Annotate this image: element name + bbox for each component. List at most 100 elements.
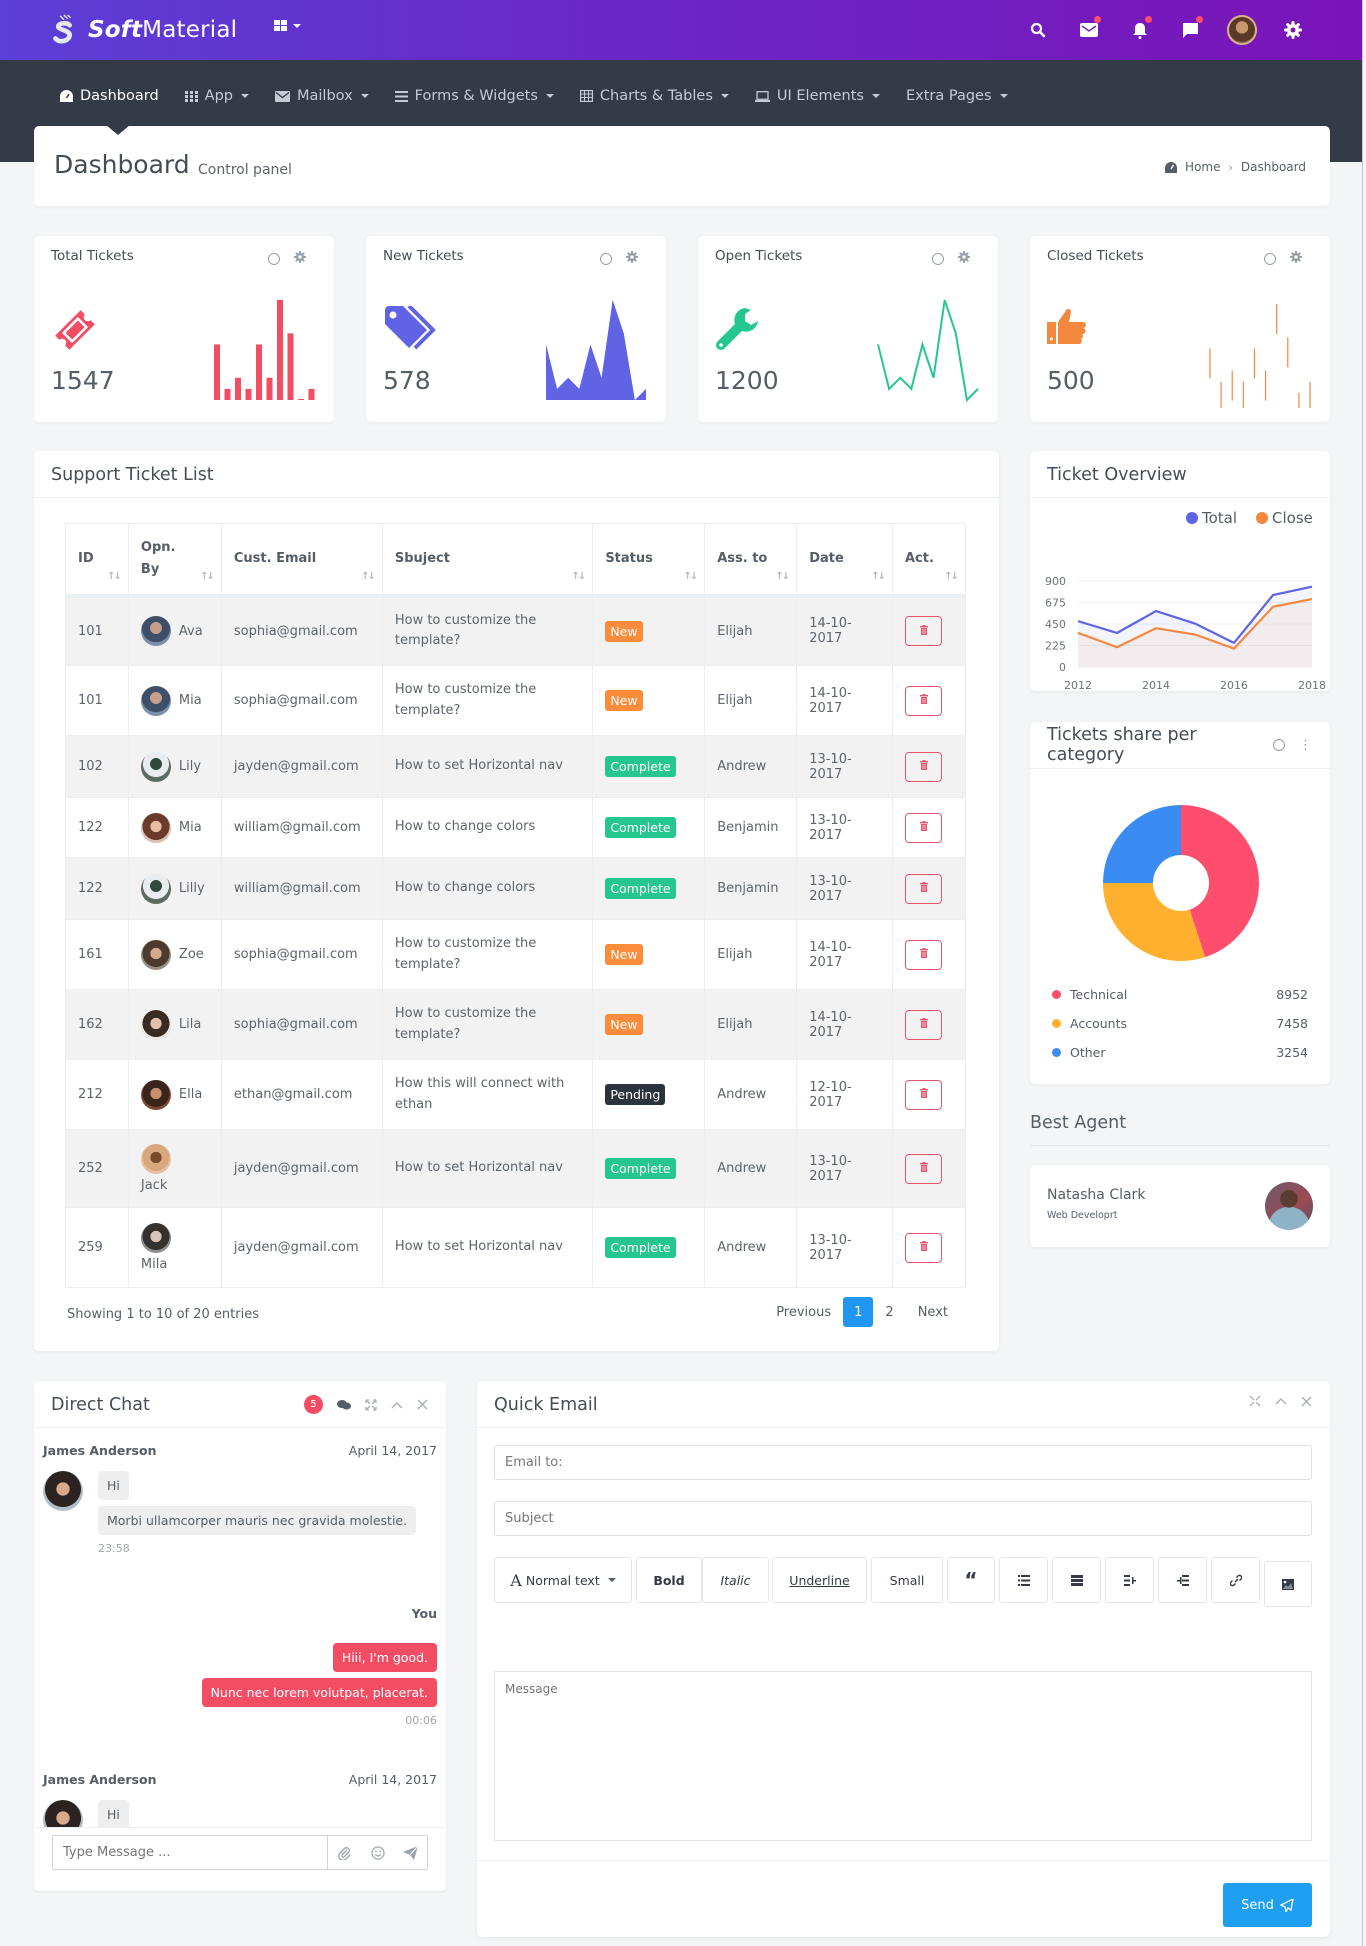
settings-button[interactable]: [1267, 14, 1318, 46]
delete-ticket-button[interactable]: [905, 873, 942, 904]
cell-subject: How to set Horizontal nav: [381, 735, 594, 798]
text-format-dropdown[interactable]: A Normal text: [494, 1557, 632, 1603]
close-icon[interactable]: [417, 1399, 428, 1410]
outdent-button[interactable]: [1105, 1557, 1154, 1603]
delete-ticket-button[interactable]: [905, 751, 942, 782]
bold-button[interactable]: Bold: [636, 1557, 702, 1603]
sender-name: James Anderson: [43, 1443, 157, 1458]
attach-button[interactable]: [328, 1846, 361, 1860]
sort-icon: ↑↓: [200, 570, 215, 582]
gear-icon[interactable]: [294, 251, 306, 267]
notifications-button[interactable]: [1114, 14, 1165, 46]
cell-subject: How to customize the template?: [381, 593, 594, 666]
underline-button[interactable]: Underline: [772, 1557, 867, 1603]
column-header-ass-to[interactable]: Ass. to ↑↓: [704, 523, 798, 596]
breadcrumb-home[interactable]: Home: [1185, 160, 1220, 174]
chat-message-input[interactable]: [53, 1836, 328, 1869]
column-header-act[interactable]: Act. ↑↓: [892, 523, 966, 596]
collapse-icon[interactable]: [391, 1401, 403, 1409]
chevron-down-icon: [871, 94, 880, 98]
column-header-status[interactable]: Status ↑↓: [592, 523, 706, 596]
email-message-input[interactable]: [494, 1671, 1312, 1841]
table-row[interactable]: 252 Jack jayden@gmail.com How to set Horizo…: [65, 1129, 966, 1208]
link-button[interactable]: [1211, 1557, 1260, 1603]
expand-icon[interactable]: [1249, 1395, 1261, 1407]
table-row[interactable]: 102 Lily jayden@gmail.com How to set Horizo…: [65, 735, 966, 798]
chat-messages[interactable]: James Anderson April 14, 2017 Hi Morbi ul…: [34, 1429, 446, 1827]
table-row[interactable]: 122 Mia william@gmail.com How to change col…: [65, 797, 966, 858]
refresh-icon[interactable]: [600, 253, 612, 265]
insert-image-button[interactable]: [1264, 1561, 1312, 1607]
gear-icon[interactable]: [626, 251, 638, 267]
nav-item-charts-tables[interactable]: Charts & Tables: [579, 82, 743, 110]
email-to-input[interactable]: [494, 1445, 1312, 1480]
collapse-icon[interactable]: [1275, 1397, 1287, 1405]
refresh-icon[interactable]: [1264, 253, 1276, 265]
pie-slice-accounts[interactable]: [1103, 883, 1206, 961]
send-message-button[interactable]: [394, 1845, 427, 1860]
delete-ticket-button[interactable]: [905, 1153, 942, 1184]
delete-ticket-button[interactable]: [905, 1079, 942, 1110]
pagination-next[interactable]: Next: [906, 1297, 960, 1327]
delete-ticket-button[interactable]: [905, 939, 942, 970]
column-header-sbuject[interactable]: Sbuject ↑↓: [381, 523, 594, 596]
column-header-date[interactable]: Date ↑↓: [796, 523, 893, 596]
nav-item-dashboard[interactable]: Dashboard: [60, 82, 173, 110]
column-header-cust-email[interactable]: Cust. Email ↑↓: [220, 523, 383, 596]
blockquote-button[interactable]: “: [947, 1557, 995, 1603]
delete-ticket-button[interactable]: [905, 812, 942, 843]
nav-item-app[interactable]: App: [184, 82, 263, 110]
table-row[interactable]: 212 Ella ethan@gmail.com How this will conn…: [65, 1059, 966, 1130]
nav-item-ui-elements[interactable]: UI Elements: [754, 82, 894, 110]
contacts-icon[interactable]: [337, 1399, 351, 1411]
gear-icon[interactable]: [1290, 251, 1302, 267]
italic-button[interactable]: Italic: [702, 1557, 769, 1603]
logo[interactable]: SoftMaterial: [50, 14, 237, 46]
small-button[interactable]: Small: [871, 1557, 943, 1603]
search-button[interactable]: [1012, 14, 1063, 46]
more-options-icon[interactable]: ⋮: [1299, 739, 1312, 752]
legend-label[interactable]: Total: [1201, 509, 1237, 527]
table-row[interactable]: 122 Lilly william@gmail.com How to change c…: [65, 857, 966, 920]
chat-message-group: James Anderson April 14, 2017 Hi Morbi ul…: [34, 1443, 446, 1555]
email-subject-input[interactable]: [494, 1501, 1312, 1536]
table-row[interactable]: 259 Mila jayden@gmail.com How to set Horizo…: [65, 1207, 966, 1288]
gear-icon[interactable]: [958, 251, 970, 267]
unordered-list-button[interactable]: [999, 1557, 1048, 1603]
user-menu-button[interactable]: [1216, 14, 1267, 46]
column-header-opn-by[interactable]: Opn. By ↑↓: [127, 523, 222, 596]
table-row[interactable]: 161 Zoe sophia@gmail.com How to customize t…: [65, 919, 966, 990]
ordered-list-button[interactable]: [1052, 1557, 1101, 1603]
sort-icon: ↑↓: [107, 570, 122, 582]
page-scrollbar[interactable]: [1362, 0, 1366, 1946]
expand-icon[interactable]: [365, 1398, 377, 1411]
nav-item-mailbox[interactable]: Mailbox: [275, 82, 383, 110]
nav-item-extra-pages[interactable]: Extra Pages: [906, 82, 1022, 110]
delete-ticket-button[interactable]: [905, 685, 942, 716]
nav-item-forms-widgets[interactable]: Forms & Widgets: [394, 82, 568, 110]
table-row[interactable]: 101 Mia sophia@gmail.com How to customize t…: [65, 665, 966, 736]
delete-ticket-button[interactable]: [905, 616, 942, 647]
pagination-page-1[interactable]: 1: [843, 1297, 874, 1327]
indent-button[interactable]: [1158, 1557, 1207, 1603]
refresh-icon[interactable]: [932, 253, 944, 265]
delete-ticket-button[interactable]: [905, 1232, 942, 1263]
mail-button[interactable]: [1063, 14, 1114, 46]
pie-slice-other[interactable]: [1103, 805, 1181, 883]
apps-menu-button[interactable]: [274, 20, 301, 32]
table-row[interactable]: 162 Lila sophia@gmail.com How to customize …: [65, 989, 966, 1060]
column-header-id[interactable]: ID ↑↓: [65, 523, 129, 596]
pagination-previous[interactable]: Previous: [764, 1297, 843, 1327]
refresh-icon[interactable]: [1273, 739, 1285, 751]
emoji-button[interactable]: [361, 1845, 394, 1860]
refresh-icon[interactable]: [268, 253, 280, 265]
pagination-page-2[interactable]: 2: [873, 1297, 905, 1327]
legend-label[interactable]: Close: [1272, 509, 1313, 527]
delete-ticket-button[interactable]: [905, 1009, 942, 1040]
best-agent-card[interactable]: Natasha Clark Web Developrt: [1030, 1165, 1330, 1247]
close-icon[interactable]: [1301, 1396, 1312, 1407]
spark-bar: [287, 333, 294, 400]
messages-button[interactable]: [1165, 14, 1216, 46]
table-row[interactable]: 101 Ava sophia@gmail.com How to customize t…: [65, 593, 966, 666]
send-email-button[interactable]: Send: [1223, 1883, 1312, 1927]
